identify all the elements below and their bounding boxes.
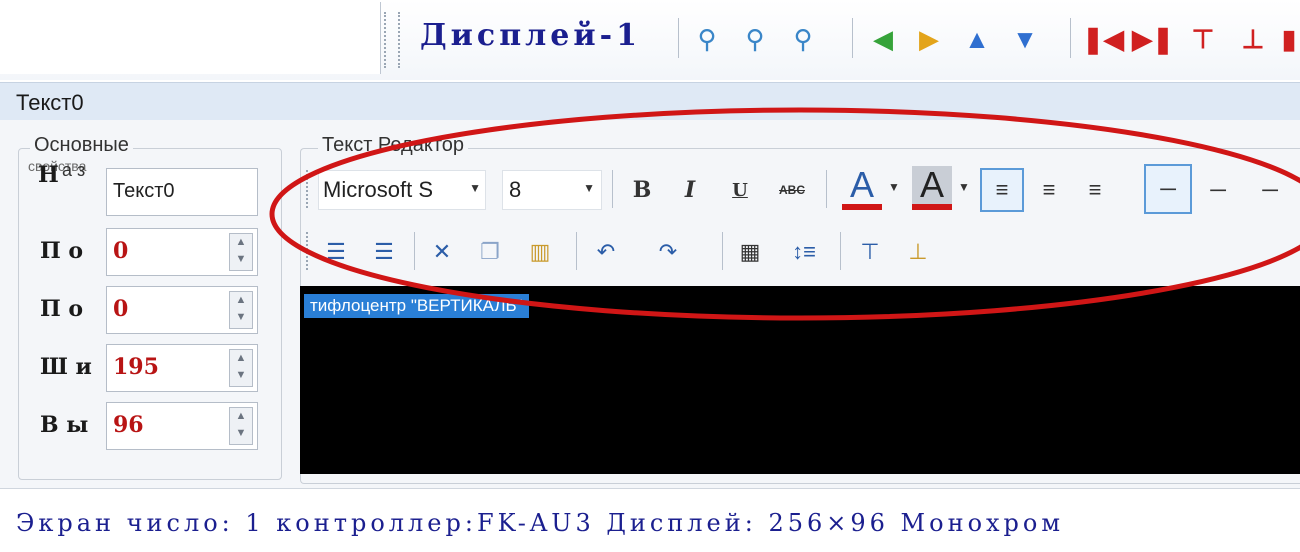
display-name-label: Дисплей-1 — [420, 18, 641, 53]
arrow-up-icon[interactable]: ▲ — [960, 22, 994, 56]
name-field[interactable]: Текст0 — [106, 168, 258, 216]
toolbar-grip[interactable] — [398, 12, 403, 68]
separator — [852, 18, 853, 58]
align-bottom-icon[interactable]: ⊥ — [1236, 22, 1270, 56]
align-last-icon[interactable]: ▶❚ — [1132, 22, 1174, 56]
align-top-icon[interactable]: ⊤ — [1186, 22, 1220, 56]
basic-group-title: Основные — [30, 134, 133, 157]
toolbar-grip[interactable] — [384, 12, 389, 68]
width-spinner[interactable]: ▲ ▼ — [229, 349, 253, 387]
height-label: В ы — [40, 412, 89, 438]
status-text: Экран число: 1 контроллер:FK-AU3 Дисплей… — [16, 509, 1065, 537]
pos-y-value: 0 — [113, 296, 129, 322]
highlight-annotation — [269, 107, 1300, 321]
pos-y-field[interactable]: 0 ▲ ▼ — [106, 286, 258, 334]
zoom-in-icon[interactable]: ⚲ — [738, 22, 772, 56]
arrow-down-icon[interactable]: ▼ — [1008, 22, 1042, 56]
width-field[interactable]: 195 ▲ ▼ — [106, 344, 258, 392]
zoom-out-icon[interactable]: ⚲ — [786, 22, 820, 56]
pos-x-field[interactable]: 0 ▲ ▼ — [106, 228, 258, 276]
top-left-panel — [0, 2, 381, 74]
width-value: 195 — [113, 354, 159, 380]
name-label: Н — [38, 162, 59, 188]
pos-x-value: 0 — [113, 238, 129, 264]
height-spinner[interactable]: ▲ ▼ — [229, 407, 253, 445]
separator — [1070, 18, 1071, 58]
width-label: Ш и — [40, 354, 92, 380]
height-field[interactable]: 96 ▲ ▼ — [106, 402, 258, 450]
align-more-icon[interactable]: ▮ — [1278, 22, 1300, 56]
name-value: Текст0 — [113, 180, 175, 202]
zoom-icon[interactable]: ⚲ — [690, 22, 724, 56]
separator — [678, 18, 679, 58]
align-first-icon[interactable]: ❚◀ — [1082, 22, 1124, 56]
pos-y-label: П о — [40, 296, 84, 322]
annotation-ellipse — [269, 107, 1300, 321]
arrow-left-icon[interactable]: ◀ — [866, 22, 900, 56]
height-value: 96 — [113, 412, 144, 438]
object-title: Текст0 — [16, 90, 84, 115]
pos-x-label: П о — [40, 238, 84, 264]
name-label-rest: а з — [62, 160, 86, 180]
arrow-right-icon[interactable]: ▶ — [912, 22, 946, 56]
